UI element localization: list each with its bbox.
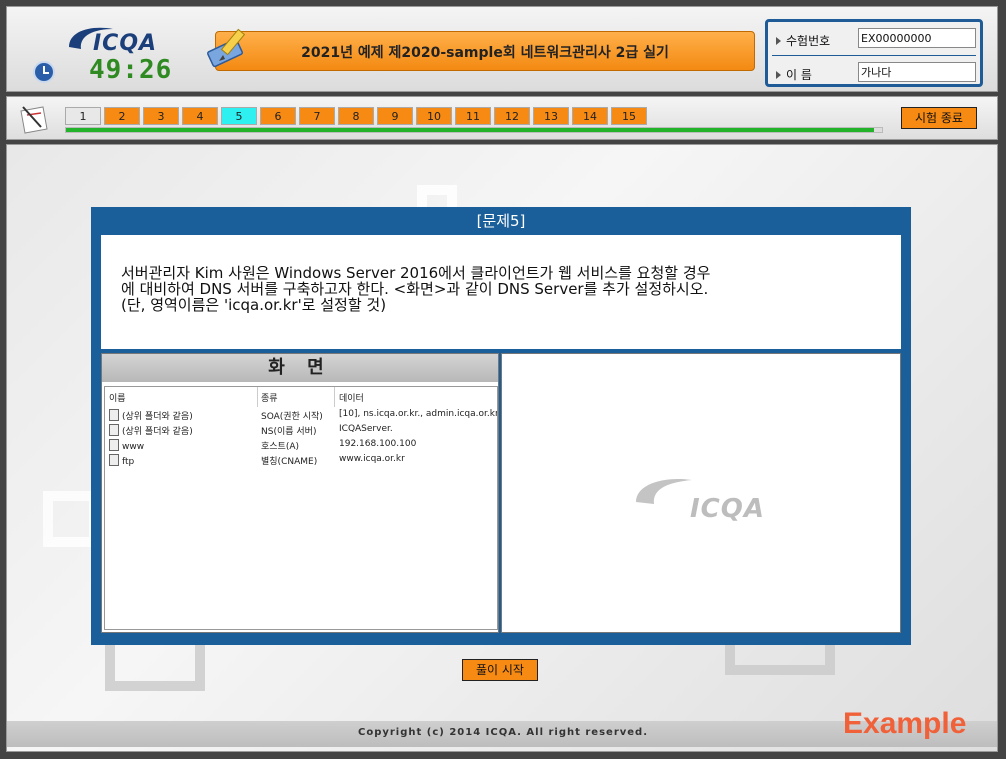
- column-divider: [257, 387, 258, 407]
- column-divider: [334, 387, 335, 407]
- question-text-line: 에 대비하여 DNS 서버를 구축하고자 한다. <화면>과 같이 DNS Se…: [121, 280, 709, 298]
- record-data: 192.168.100.100: [339, 439, 417, 449]
- col-header-name: 이름: [109, 394, 126, 404]
- dns-record-list: 이름 종류 데이터 (상위 폴더와 같음) SOA(권한 시작) [10], ns.…: [104, 386, 498, 630]
- pencil-icon: [207, 28, 246, 68]
- progress-fill: [66, 128, 874, 132]
- example-label: Example: [843, 707, 967, 740]
- screen-label: 화 면: [102, 354, 498, 382]
- question-title: [문제5]: [476, 212, 526, 230]
- record-data: ICQAServer.: [339, 424, 393, 434]
- question-button-6[interactable]: 6: [260, 107, 296, 125]
- question-button-15[interactable]: 15: [611, 107, 647, 125]
- question-navbar: 1 2 3 4 5 6 7 8 9 10 11 12 13 14 15 시험 종료: [6, 96, 998, 140]
- record-type: NS(이름 서버): [261, 427, 317, 437]
- question-button-1[interactable]: 1: [65, 107, 101, 125]
- table-row: (상위 폴더와 같음) NS(이름 서버) ICQAServer.: [105, 422, 499, 437]
- record-icon: [109, 454, 119, 466]
- record-icon: [109, 409, 119, 421]
- main-area: [문제5] 서버관리자 Kim 사원은 Windows Server 2016에…: [6, 144, 998, 752]
- record-data: [10], ns.icqa.or.kr., admin.icqa.or.kr.: [339, 409, 497, 419]
- answer-pane: ICQA: [501, 353, 901, 633]
- memo-icon: [20, 106, 48, 134]
- triangle-icon: [776, 71, 781, 79]
- header: ICQA 49:26 2021년 예제 제2020-sample회 네트워크관리…: [6, 6, 998, 92]
- clock-icon: [33, 61, 55, 83]
- col-header-data: 데이터: [339, 394, 364, 404]
- question-button-7[interactable]: 7: [299, 107, 335, 125]
- exam-title-bar: 2021년 예제 제2020-sample회 네트워크관리사 2급 실기: [215, 31, 755, 71]
- question-button-10[interactable]: 10: [416, 107, 452, 125]
- progress-bar: [65, 127, 883, 133]
- exam-title: 2021년 예제 제2020-sample회 네트워크관리사 2급 실기: [301, 45, 669, 61]
- question-text-box: 서버관리자 Kim 사원은 Windows Server 2016에서 클라이언…: [101, 235, 901, 349]
- record-type: SOA(권한 시작): [261, 412, 323, 422]
- logo-text: ICQA: [93, 31, 158, 56]
- info-divider: [772, 55, 976, 56]
- record-name: ftp: [109, 454, 134, 467]
- record-name-text: www: [122, 442, 145, 452]
- end-exam-button[interactable]: 시험 종료: [901, 107, 977, 129]
- question-button-14[interactable]: 14: [572, 107, 608, 125]
- question-text-line: 서버관리자 Kim 사원은 Windows Server 2016에서 클라이언…: [121, 264, 711, 282]
- record-name-text: (상위 폴더와 같음): [122, 427, 193, 437]
- question-button-13[interactable]: 13: [533, 107, 569, 125]
- triangle-icon: [776, 37, 781, 45]
- question-panel: [문제5] 서버관리자 Kim 사원은 Windows Server 2016에…: [91, 207, 911, 645]
- record-type: 별칭(CNAME): [261, 457, 318, 467]
- record-name: (상위 폴더와 같음): [109, 424, 193, 437]
- table-row: (상위 폴더와 같음) SOA(권한 시작) [10], ns.icqa.or.kr…: [105, 407, 499, 422]
- name-label: 이 름: [786, 68, 812, 82]
- timer: 49:26: [89, 55, 173, 85]
- question-button-11[interactable]: 11: [455, 107, 491, 125]
- col-header-type: 종류: [261, 394, 278, 404]
- start-solving-button[interactable]: 풀이 시작: [462, 659, 538, 681]
- question-text-line: (단, 영역이름은 'icqa.or.kr'로 설정할 것): [121, 296, 387, 314]
- table-row: www 호스트(A) 192.168.100.100: [105, 437, 499, 452]
- record-name-text: (상위 폴더와 같음): [122, 412, 193, 422]
- question-button-12[interactable]: 12: [494, 107, 530, 125]
- exam-number-label: 수험번호: [786, 34, 831, 48]
- question-text: 서버관리자 Kim 사원은 Windows Server 2016에서 클라이언…: [121, 265, 891, 313]
- exam-number-field: EX00000000: [858, 28, 976, 48]
- question-button-4[interactable]: 4: [182, 107, 218, 125]
- record-icon: [109, 439, 119, 451]
- table-row: ftp 별칭(CNAME) www.icqa.or.kr: [105, 452, 499, 467]
- question-button-5[interactable]: 5: [221, 107, 257, 125]
- app-frame: ICQA 49:26 2021년 예제 제2020-sample회 네트워크관리…: [0, 0, 1006, 759]
- record-icon: [109, 424, 119, 436]
- record-data: www.icqa.or.kr: [339, 454, 405, 464]
- examinee-info: 수험번호 EX00000000 이 름 가나다: [765, 19, 983, 87]
- record-name: (상위 폴더와 같음): [109, 409, 193, 422]
- reference-screen-pane: 화 면 이름 종류 데이터 (상위 폴더와 같음) SOA(권한 시작) [10],…: [101, 353, 499, 633]
- name-field: 가나다: [858, 62, 976, 82]
- watermark-text: ICQA: [690, 494, 765, 524]
- record-name: www: [109, 439, 144, 452]
- question-button-9[interactable]: 9: [377, 107, 413, 125]
- question-button-3[interactable]: 3: [143, 107, 179, 125]
- record-type: 호스트(A): [261, 442, 300, 452]
- dns-header-row: 이름 종류 데이터: [105, 389, 499, 404]
- question-button-8[interactable]: 8: [338, 107, 374, 125]
- question-button-2[interactable]: 2: [104, 107, 140, 125]
- record-name-text: ftp: [122, 457, 135, 467]
